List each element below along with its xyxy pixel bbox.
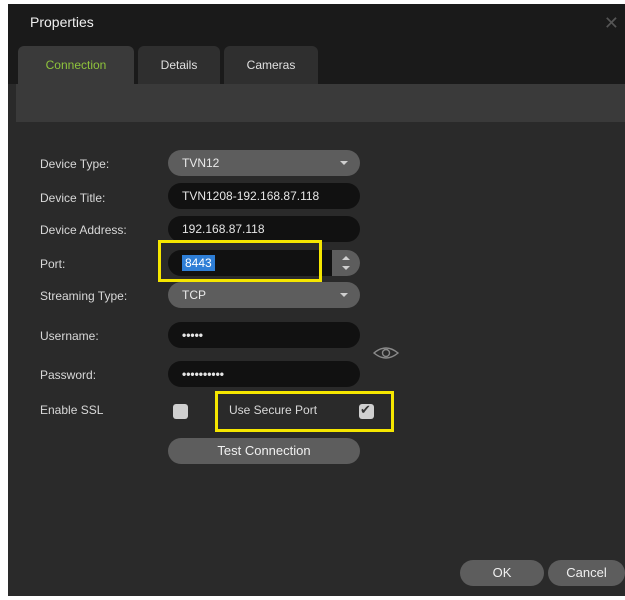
username-value: ••••• xyxy=(182,328,204,342)
device-type-value: TVN12 xyxy=(182,156,220,170)
eye-icon[interactable] xyxy=(372,343,400,363)
device-title-label: Device Title: xyxy=(40,191,106,205)
chevron-down-icon[interactable] xyxy=(342,266,350,270)
chevron-up-icon[interactable] xyxy=(342,256,350,260)
tab-details[interactable]: Details xyxy=(138,46,220,84)
ok-button[interactable]: OK xyxy=(460,560,544,586)
tab-cameras[interactable]: Cameras xyxy=(224,46,318,84)
streaming-type-label: Streaming Type: xyxy=(40,289,128,303)
test-connection-button[interactable]: Test Connection xyxy=(168,438,360,464)
streaming-type-select[interactable]: TCP xyxy=(168,282,360,308)
device-address-label: Device Address: xyxy=(40,223,127,237)
device-title-field[interactable]: TVN1208-192.168.87.118 xyxy=(168,183,360,209)
enable-ssl-checkbox[interactable] xyxy=(173,404,188,419)
window-title: Properties xyxy=(30,14,94,30)
enable-ssl-label: Enable SSL xyxy=(40,403,104,417)
streaming-type-value: TCP xyxy=(182,288,206,302)
chevron-down-icon xyxy=(340,293,348,297)
username-label: Username: xyxy=(40,329,99,343)
password-label: Password: xyxy=(40,368,97,382)
device-address-field[interactable]: 192.168.87.118 xyxy=(168,216,360,242)
device-address-value: 192.168.87.118 xyxy=(182,222,265,236)
port-highlight-box xyxy=(158,240,322,282)
device-type-select[interactable]: TVN12 xyxy=(168,150,360,176)
chevron-down-icon xyxy=(340,161,348,165)
cancel-button[interactable]: Cancel xyxy=(548,560,625,586)
password-field[interactable]: •••••••••• xyxy=(168,361,360,387)
tab-content-header xyxy=(16,84,625,122)
secure-port-highlight-box xyxy=(215,391,394,432)
username-field[interactable]: ••••• xyxy=(168,322,360,348)
device-title-value: TVN1208-192.168.87.118 xyxy=(182,189,320,203)
properties-dialog: Properties ✕ Connection Details Cameras … xyxy=(8,4,625,596)
port-label: Port: xyxy=(40,257,66,271)
close-icon[interactable]: ✕ xyxy=(604,14,619,32)
title-bar: Properties ✕ xyxy=(8,4,625,40)
port-spinner[interactable] xyxy=(332,250,360,276)
tab-connection[interactable]: Connection xyxy=(18,46,134,84)
password-value: •••••••••• xyxy=(182,367,225,381)
device-type-label: Device Type: xyxy=(40,157,110,171)
